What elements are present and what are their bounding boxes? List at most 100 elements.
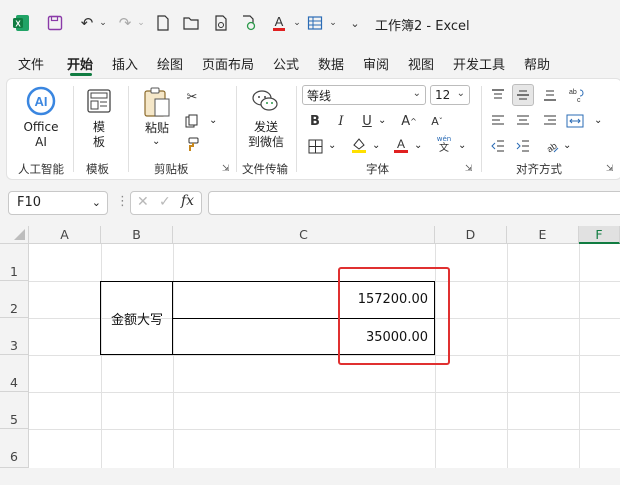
fill-color-icon[interactable] — [348, 134, 370, 156]
redo-dropdown-icon[interactable]: ⌄ — [130, 12, 152, 34]
tab-review[interactable]: 审阅 — [363, 54, 389, 73]
font-name-select[interactable]: 等线 ⌄ — [302, 85, 426, 105]
orientation-icon[interactable]: ab — [541, 135, 563, 157]
fill-color-dropdown-icon[interactable]: ⌄ — [372, 140, 380, 151]
tab-page-layout[interactable]: 页面布局 — [202, 54, 254, 73]
group-label-clipboard: 剪贴板 — [154, 162, 189, 176]
borders-icon[interactable] — [304, 135, 326, 157]
font-name-value: 等线 — [307, 88, 332, 103]
print-preview-icon[interactable] — [210, 12, 232, 34]
office-ai-button[interactable]: Office AI — [16, 120, 66, 150]
save-icon[interactable] — [44, 12, 66, 34]
gridline — [29, 355, 620, 356]
undo-dropdown-icon[interactable]: ⌄ — [92, 12, 114, 34]
font-color-dropdown-icon[interactable]: ⌄ — [414, 140, 422, 151]
underline-dropdown-icon[interactable]: ⌄ — [378, 115, 386, 126]
underline-button[interactable]: U — [356, 110, 378, 132]
group-label-file-transfer: 文件传输 — [242, 162, 288, 176]
font-launcher-icon[interactable]: ⇲ — [465, 164, 473, 174]
tab-help[interactable]: 帮助 — [524, 54, 550, 73]
wrap-text-icon[interactable]: ab c — [566, 84, 588, 106]
row-header-4[interactable]: 4 — [0, 355, 29, 392]
borders-dropdown-icon[interactable]: ⌄ — [328, 140, 336, 151]
column-header-c[interactable]: C — [173, 226, 435, 244]
new-file-icon[interactable] — [152, 12, 174, 34]
tab-home[interactable]: 开始 — [67, 54, 93, 73]
send-line1: 发送 — [253, 120, 278, 134]
grow-font-button[interactable]: A ^ — [398, 110, 420, 132]
copy-dropdown-icon[interactable]: ⌄ — [209, 115, 217, 126]
decrease-indent-icon[interactable] — [487, 135, 509, 157]
phonetic-guide-icon[interactable]: wén 文 — [433, 135, 455, 154]
template-line1: 模 — [92, 120, 105, 134]
phonetic-bottom: 文 — [439, 143, 449, 154]
table-format-dropdown-icon[interactable]: ⌄ — [322, 12, 344, 34]
label-cell-b2[interactable]: 金额大写 — [101, 309, 173, 328]
cut-icon[interactable]: ✂ — [181, 86, 203, 108]
send-to-wechat-button[interactable]: 发送 到微信 — [243, 120, 289, 150]
font-size-select[interactable]: 12 ⌄ — [430, 85, 470, 105]
paste-dropdown-icon[interactable]: ⌄ — [152, 136, 160, 147]
row-header-5[interactable]: 5 — [0, 392, 29, 429]
cancel-entry-icon[interactable]: ✕ — [137, 194, 149, 210]
open-folder-icon[interactable] — [180, 12, 202, 34]
merge-center-icon[interactable] — [564, 110, 586, 132]
align-bottom-icon[interactable] — [539, 84, 561, 106]
row-header-1[interactable]: 1 — [0, 244, 29, 281]
tab-data[interactable]: 数据 — [318, 54, 344, 73]
align-center-icon[interactable] — [512, 110, 534, 132]
copy-icon[interactable] — [181, 110, 203, 132]
tab-developer[interactable]: 开发工具 — [453, 54, 505, 73]
row-header-6[interactable]: 6 — [0, 429, 29, 468]
template-icon[interactable] — [86, 88, 112, 114]
select-all-button[interactable] — [0, 226, 29, 244]
italic-button[interactable]: I — [330, 110, 352, 132]
name-box-value: F10 — [17, 195, 42, 210]
active-tab-indicator — [70, 73, 92, 76]
align-right-icon[interactable] — [539, 110, 561, 132]
phonetic-dropdown-icon[interactable]: ⌄ — [458, 140, 466, 151]
grow-font-arrow-icon: ^ — [410, 116, 417, 126]
shrink-font-button[interactable]: Aˇ — [426, 110, 448, 132]
format-painter-icon[interactable] — [181, 134, 203, 156]
increase-indent-icon[interactable] — [512, 135, 534, 157]
paste-icon[interactable] — [142, 86, 172, 118]
column-header-d[interactable]: D — [435, 226, 507, 244]
paste-button[interactable]: 粘贴 — [140, 121, 174, 136]
row-header-3[interactable]: 3 — [0, 318, 29, 355]
tab-file[interactable]: 文件 — [18, 54, 44, 73]
shrink-font-letter: A — [431, 114, 439, 128]
column-header-e[interactable]: E — [507, 226, 579, 244]
row-header-2[interactable]: 2 — [0, 281, 29, 318]
column-header-b[interactable]: B — [101, 226, 173, 244]
template-line2: 板 — [92, 135, 105, 149]
formula-bar-drag-handle-icon[interactable]: ⋮ — [116, 194, 129, 209]
insert-function-button[interactable]: fx — [181, 193, 194, 209]
align-left-icon[interactable] — [487, 110, 509, 132]
alignment-launcher-icon[interactable]: ⇲ — [606, 164, 614, 174]
tab-insert[interactable]: 插入 — [112, 54, 138, 73]
name-box-dropdown-icon: ⌄ — [91, 196, 101, 209]
office-ai-icon[interactable]: AI — [26, 86, 56, 116]
align-middle-icon[interactable] — [512, 84, 534, 106]
orientation-dropdown-icon[interactable]: ⌄ — [563, 140, 571, 151]
merge-dropdown-icon[interactable]: ⌄ — [594, 115, 602, 126]
tab-view[interactable]: 视图 — [408, 54, 434, 73]
highlight-box — [338, 267, 450, 365]
align-top-icon[interactable] — [487, 84, 509, 106]
tab-draw[interactable]: 绘图 — [157, 54, 183, 73]
share-file-icon[interactable] — [238, 12, 260, 34]
bold-button[interactable]: B — [304, 110, 326, 132]
tab-formulas[interactable]: 公式 — [273, 54, 299, 73]
send-to-wechat-icon[interactable] — [251, 88, 279, 114]
clipboard-launcher-icon[interactable]: ⇲ — [222, 164, 230, 174]
name-box[interactable]: F10 ⌄ — [8, 191, 108, 215]
confirm-entry-icon[interactable]: ✓ — [159, 194, 171, 210]
customize-qat-icon[interactable]: ⌄ — [344, 12, 366, 34]
excel-logo-icon: X — [10, 12, 32, 34]
formula-input[interactable] — [208, 191, 620, 215]
column-header-f[interactable]: F — [579, 226, 620, 244]
font-color-icon[interactable]: A — [390, 134, 412, 156]
template-button[interactable]: 模 板 — [86, 120, 112, 150]
column-header-a[interactable]: A — [29, 226, 101, 244]
